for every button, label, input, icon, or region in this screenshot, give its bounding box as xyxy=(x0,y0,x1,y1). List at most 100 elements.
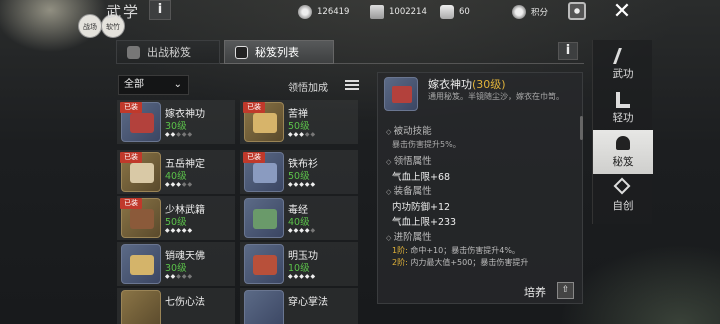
detail-name: 嫁衣神功(30级) xyxy=(428,76,506,92)
equipped-tag: 已装 xyxy=(120,198,142,209)
manual-thumb xyxy=(244,244,284,284)
nav-label: 轻功 xyxy=(612,112,634,124)
manual-grid: 已装 嫁衣神功 30级 ◆◆◆◆◆ 已装 苦禅 50级 ◆◆◆◆◆ 已装 五岳神… xyxy=(117,100,368,324)
resource-jade: 60 xyxy=(440,4,470,20)
nav-lightness-skill[interactable]: 轻功 xyxy=(593,86,653,130)
green-scroll-icon xyxy=(253,209,277,229)
tab-battle-manuals[interactable]: 出战秘笈 xyxy=(116,40,220,64)
manual-card[interactable]: 已装 铁布衫 50级 ◆◆◆◆◆ xyxy=(240,150,358,194)
manual-name: 穿心掌法 xyxy=(288,297,328,308)
cultivate-button[interactable]: ⇧ xyxy=(557,282,574,299)
manual-stars: ◆◆◆◆◆ xyxy=(165,227,194,234)
manual-level: 30级 xyxy=(165,263,187,274)
page-title: 武学 xyxy=(106,3,141,21)
manual-level: 50级 xyxy=(288,171,310,182)
detail-name-text: 嫁衣神功 xyxy=(428,78,472,91)
equipped-tag: 已装 xyxy=(243,102,265,113)
manual-stars: ◆◆◆◆◆ xyxy=(288,181,317,188)
resource-points[interactable]: 积分 xyxy=(512,4,548,20)
advance-tier-text: 内力最大值+500；暴击伤害提升 xyxy=(410,258,529,267)
settings-icon[interactable] xyxy=(568,2,586,20)
equip-title: 装备属性 xyxy=(386,183,432,197)
advance-tier-label: 1阶: xyxy=(392,246,408,255)
resource-scroll: 1002214 xyxy=(370,4,427,20)
manual-card[interactable]: 已装 少林武籍 50级 ◆◆◆◆◆ xyxy=(117,196,235,240)
manual-stars: ◆◆◆◆◆ xyxy=(288,131,317,138)
nav-self-create[interactable]: 自创 xyxy=(593,174,653,218)
manual-thumb xyxy=(244,198,284,238)
manual-level: 40级 xyxy=(165,171,187,182)
tab-manual-list[interactable]: 秘笈列表 xyxy=(224,40,334,64)
sort-label[interactable]: 领悟加成 xyxy=(288,79,328,94)
book-stack-icon xyxy=(253,163,277,183)
manual-card[interactable]: 明玉功 10级 ◆◆◆◆◆ xyxy=(240,242,358,286)
nav-label: 秘笈 xyxy=(612,156,634,168)
detail-level: (30级) xyxy=(472,78,506,91)
detail-scrollbar[interactable] xyxy=(580,116,583,140)
yellow-book-icon xyxy=(130,255,154,275)
manual-level: 10级 xyxy=(288,263,310,274)
comprehension-stat: 气血上限+68 xyxy=(392,172,451,183)
manual-card[interactable]: 销魂天佛 30级 ◆◆◆◆◆ xyxy=(117,242,235,286)
manual-level: 50级 xyxy=(165,217,187,228)
scroll-icon xyxy=(370,5,384,19)
battle-badge[interactable]: 战场 xyxy=(78,14,102,38)
meditate-icon xyxy=(127,46,140,59)
advance-tier-2: 2阶: 内力最大值+500；暴击伤害提升 xyxy=(392,257,528,268)
manual-stars: ◆◆◆◆◆ xyxy=(165,131,194,138)
manual-card[interactable]: 已装 五岳神定 40级 ◆◆◆◆◆ xyxy=(117,150,235,194)
nav-manuals[interactable]: 秘笈 xyxy=(593,130,653,174)
tab-bar: 出战秘笈 秘笈列表 i xyxy=(116,40,584,64)
book-icon xyxy=(235,46,248,59)
equipped-tag: 已装 xyxy=(243,152,265,163)
boot-icon xyxy=(616,92,630,108)
manual-card[interactable]: 已装 嫁衣神功 30级 ◆◆◆◆◆ xyxy=(117,100,235,144)
manual-detail-icon xyxy=(384,77,418,111)
tab-battle-manuals-label: 出战秘笈 xyxy=(147,46,191,59)
create-icon xyxy=(613,177,631,195)
manual-thumb xyxy=(121,290,161,324)
manual-card[interactable]: 已装 苦禅 50级 ◆◆◆◆◆ xyxy=(240,100,358,144)
manual-card[interactable]: 穿心掌法 xyxy=(240,288,358,324)
cultivate-label[interactable]: 培养 xyxy=(524,284,546,300)
equipped-tag: 已装 xyxy=(120,152,142,163)
passive-text: 暴击伤害提升5%。 xyxy=(392,140,461,149)
jade-icon xyxy=(440,5,454,19)
manual-card[interactable]: 毒经 40级 ◆◆◆◆◆ xyxy=(240,196,358,240)
manual-stars: ◆◆◆◆◆ xyxy=(288,227,317,234)
nav-martial-arts[interactable]: 武功 xyxy=(593,42,653,86)
passive-title: 被动技能 xyxy=(386,123,432,137)
chevron-down-icon: ⌄ xyxy=(173,79,182,90)
advance-tier-1: 1阶: 命中+10；暴击伤害提升4%。 xyxy=(392,245,520,256)
open-book-icon xyxy=(130,163,154,183)
detail-panel: 嫁衣神功(30级) 通用秘笈。半镜随尘沙，嫁衣在巾笥。 被动技能 暴击伤害提升5… xyxy=(377,72,583,304)
manual-card[interactable]: 七伤心法 xyxy=(117,288,235,324)
equip-stat: 内功防御+12 xyxy=(392,202,451,213)
sword-icon xyxy=(613,48,633,64)
manual-thumb xyxy=(121,244,161,284)
manual-level: 30级 xyxy=(165,121,187,132)
tab-info-button[interactable]: i xyxy=(558,42,578,60)
coin-icon xyxy=(298,5,312,19)
advance-tier-text: 命中+10；暴击伤害提升4%。 xyxy=(410,246,520,255)
nav-label: 自创 xyxy=(612,200,634,212)
sort-list-icon[interactable] xyxy=(345,78,359,91)
coin-value: 126419 xyxy=(317,7,350,17)
advance-tier-label: 2阶: xyxy=(392,258,408,267)
close-button[interactable]: ✕ xyxy=(605,0,639,24)
red-book-icon xyxy=(392,86,412,103)
manual-stars: ◆◆◆◆◆ xyxy=(165,273,194,280)
jade-value: 60 xyxy=(459,7,470,17)
comprehension-title: 领悟属性 xyxy=(386,153,432,167)
manual-stars: ◆◆◆◆◆ xyxy=(165,181,194,188)
equipped-tag: 已装 xyxy=(120,102,142,113)
filter-value: 全部 xyxy=(124,79,144,90)
points-label: 积分 xyxy=(531,8,549,18)
red-scroll-icon xyxy=(253,255,277,275)
filter-dropdown[interactable]: 全部 ⌄ xyxy=(118,75,189,95)
manual-thumb xyxy=(244,290,284,324)
manual-level: 40级 xyxy=(288,217,310,228)
scroll-value: 1002214 xyxy=(389,7,427,17)
title-info-button[interactable]: i xyxy=(149,0,171,20)
resource-coin: 126419 xyxy=(298,4,349,20)
